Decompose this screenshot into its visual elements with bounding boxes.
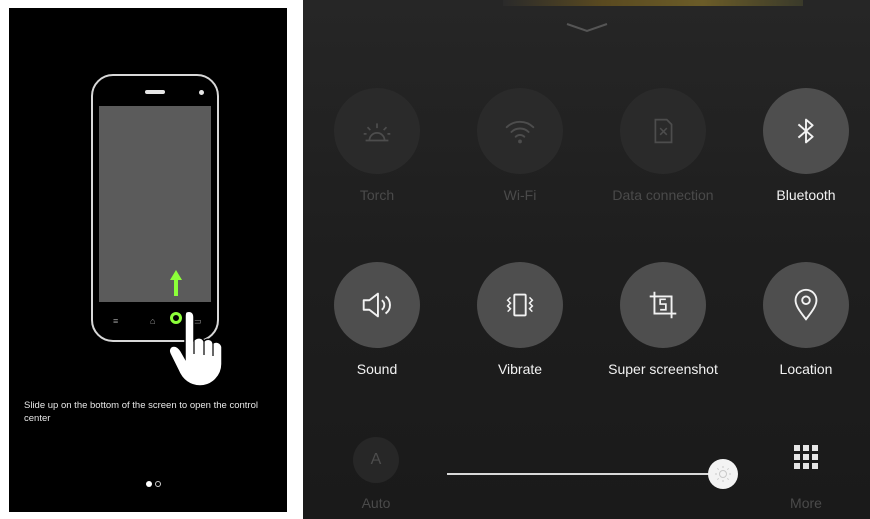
- phone-screen: [99, 106, 211, 302]
- location-icon: [794, 288, 818, 321]
- bluetooth-toggle[interactable]: [763, 88, 849, 174]
- auto-brightness-glyph: A: [370, 451, 382, 468]
- tile-super-screenshot[interactable]: Super screenshot: [603, 262, 723, 378]
- sound-toggle[interactable]: [334, 262, 420, 348]
- vibrate-toggle[interactable]: [477, 262, 563, 348]
- tile-label: Location: [779, 361, 833, 377]
- phone-camera: [199, 90, 204, 95]
- tile-torch[interactable]: Torch: [317, 88, 437, 204]
- tile-label: Bluetooth: [776, 187, 836, 203]
- tile-label: Sound: [356, 361, 398, 377]
- control-center-panel: Torch Wi-Fi Data connection Bluetooth So…: [303, 0, 870, 519]
- torch-toggle[interactable]: [334, 88, 420, 174]
- tutorial-panel: ≡ ⌂ ▭ Slide up on the bottom of the scre…: [9, 8, 287, 512]
- tile-label: Super screenshot: [608, 361, 718, 377]
- tile-label: Data connection: [612, 187, 714, 203]
- super-screenshot-toggle[interactable]: [620, 262, 706, 348]
- tile-wifi[interactable]: Wi-Fi: [460, 88, 580, 204]
- data-connection-toggle[interactable]: [620, 88, 706, 174]
- menu-key-icon: ≡: [113, 316, 119, 326]
- torch-icon: [363, 123, 391, 142]
- tile-bluetooth[interactable]: Bluetooth: [746, 88, 866, 204]
- brightness-icon: [714, 466, 731, 482]
- brightness-slider-thumb[interactable]: [707, 459, 738, 489]
- chevron-down-icon[interactable]: [565, 21, 609, 33]
- tile-label: Vibrate: [497, 361, 543, 377]
- phone-speaker: [145, 90, 165, 94]
- pointing-hand-icon: [168, 310, 223, 387]
- vibrate-icon: [506, 293, 534, 317]
- tile-location[interactable]: Location: [746, 262, 866, 378]
- tutorial-hint: Slide up on the bottom of the screen to …: [24, 400, 258, 424]
- more-grid-icon[interactable]: [791, 442, 821, 472]
- super-screenshot-icon: [649, 291, 677, 319]
- tile-label: Wi-Fi: [503, 187, 537, 203]
- page-indicator: [146, 481, 164, 489]
- bluetooth-icon: [797, 118, 814, 144]
- tile-sound[interactable]: Sound: [317, 262, 437, 378]
- brightness-slider-track[interactable]: [447, 473, 737, 475]
- back-key-icon: ⌂: [150, 316, 156, 326]
- data-connection-icon: [654, 118, 673, 144]
- auto-brightness-label: Auto: [361, 495, 391, 511]
- sound-icon: [362, 292, 391, 318]
- status-bar-remnant: [503, 0, 803, 6]
- location-toggle[interactable]: [763, 262, 849, 348]
- swipe-up-arrow-icon: [170, 270, 182, 296]
- tile-vibrate[interactable]: Vibrate: [460, 262, 580, 378]
- auto-brightness-button[interactable]: A: [353, 437, 399, 483]
- wifi-icon: [505, 120, 535, 144]
- tile-data-connection[interactable]: Data connection: [603, 88, 723, 204]
- more-label: More: [790, 495, 822, 511]
- page-dot-inactive[interactable]: [155, 481, 161, 487]
- tile-label: Torch: [359, 187, 395, 203]
- page-dot-active[interactable]: [146, 481, 152, 487]
- phone-illustration: ≡ ⌂ ▭: [91, 74, 219, 342]
- wifi-toggle[interactable]: [477, 88, 563, 174]
